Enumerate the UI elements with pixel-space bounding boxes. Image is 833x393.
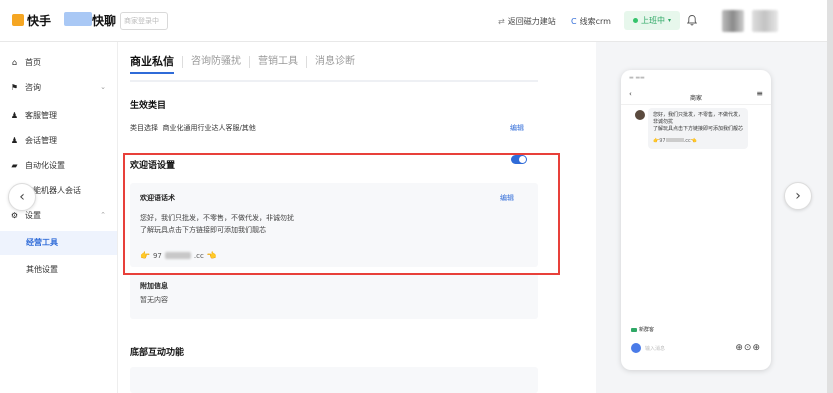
chevron-right-icon: › — [795, 188, 801, 204]
crm-icon: C — [571, 17, 577, 26]
redacted-text — [665, 138, 684, 142]
merchant-avatar — [635, 110, 645, 120]
home-icon: ⌂ — [11, 57, 18, 67]
bell-icon[interactable] — [686, 14, 698, 26]
app-name-secondary: 快聊 — [92, 14, 117, 28]
back-arrow-icon: ‹ — [629, 90, 632, 98]
effective-category-title: 生效类目 — [130, 101, 167, 111]
category-label: 类目选择 商业化通用行业达人客服/其他 — [130, 124, 256, 132]
user-name[interactable] — [752, 10, 778, 32]
swap-icon: ⇄ — [498, 17, 505, 26]
chevron-down-icon: ▾ — [667, 17, 671, 24]
user-icon: ♟ — [10, 110, 19, 120]
emoji-plus-icons: ⊕⊙⊕ — [735, 343, 761, 353]
sidebar-item-session-manage[interactable]: ♟ 会话管理 — [10, 132, 110, 148]
tab-marketing-tools[interactable]: 营销工具 — [250, 56, 307, 68]
category-edit-link[interactable]: 编辑 — [510, 123, 524, 133]
flag-icon: ⚑ — [10, 82, 19, 92]
chevron-down-icon: ⌄ — [100, 83, 106, 91]
menu-icon: ≡ — [756, 89, 763, 98]
collapse-left-button[interactable]: ‹ — [8, 183, 36, 211]
phone-input-bar: 输入消息 ⊕⊙⊕ — [631, 340, 761, 356]
tag-icon — [631, 327, 637, 332]
extra-info-value: 暂无内容 — [140, 296, 168, 304]
pointing-hand-icon: 👈 — [690, 138, 697, 144]
bubble-link: 👉97 .cc👈 — [653, 138, 697, 144]
extra-info-card: 附加信息 暂无内容 — [130, 273, 538, 319]
chevron-up-icon: ⌃ — [100, 211, 106, 219]
follow-tag: 新群客 — [631, 326, 654, 333]
chevron-left-icon: ‹ — [19, 189, 25, 205]
category-value: 商业化通用行业达人客服/其他 — [162, 124, 256, 132]
sidebar-subitem-business-tools[interactable]: 经营工具 — [26, 237, 58, 248]
phone-status-bar: ▬ ▬▬ — [629, 75, 645, 81]
sidebar-item-home[interactable]: ⌂ 首页 — [10, 54, 110, 70]
phone-preview: ▬ ▬▬ 商家 ‹ ≡ 您好，我们只批发，不零售，不做代发，非诚勿扰 了解玩具点… — [621, 70, 771, 370]
next-button[interactable]: › — [784, 182, 812, 210]
bottom-interaction-title: 底部互动功能 — [130, 348, 185, 358]
back-to-builder-link[interactable]: ⇄ 返回磁力建站 — [498, 16, 556, 27]
avatar[interactable] — [722, 10, 744, 32]
tab-bar: 商业私信 咨询防骚扰 营销工具 消息诊断 — [130, 56, 363, 68]
bottom-interaction-card — [130, 367, 538, 393]
app-name: 快手 — [27, 14, 52, 28]
window-edge — [827, 0, 833, 393]
tab-business-message[interactable]: 商业私信 — [130, 56, 183, 68]
tab-anti-harassment[interactable]: 咨询防骚扰 — [183, 56, 250, 68]
extra-info-title: 附加信息 — [140, 282, 168, 290]
sidebar-item-consult[interactable]: ⚑ 咨询 ⌄ — [10, 79, 110, 95]
active-tab-indicator — [130, 72, 174, 74]
tab-message-diagnosis[interactable]: 消息诊断 — [307, 56, 363, 68]
sidebar-item-automation[interactable]: ▰ 自动化设置 — [10, 157, 110, 173]
active-item-highlight — [0, 231, 117, 255]
account-tag: 商家登录中 — [120, 12, 168, 30]
top-bar: 快手 快聊 商家登录中 ⇄ 返回磁力建站 C 线索crm 上班中 ▾ — [0, 0, 833, 42]
work-status-dropdown[interactable]: 上班中 ▾ — [624, 11, 680, 30]
welcome-bubble: 您好，我们只批发，不零售，不做代发，非诚勿扰 了解玩具点击下方链接即可添加我们靓… — [648, 108, 748, 149]
message-input: 输入消息 — [645, 345, 666, 352]
sidebar-item-cs-manage[interactable]: ♟ 客服管理 — [10, 107, 110, 123]
highlight-box — [123, 153, 560, 275]
chat-icon: ♟ — [10, 135, 19, 145]
online-dot-icon — [632, 18, 638, 23]
phone-header: 商家 — [621, 90, 771, 105]
app-logo-icon — [64, 12, 92, 26]
camera-icon — [631, 343, 641, 353]
crm-link[interactable]: C 线索crm — [571, 16, 611, 27]
kuaishou-logo-icon — [12, 14, 24, 26]
sidebar: ⌂ 首页 ⚑ 咨询 ⌄ ♟ 客服管理 ♟ 会话管理 ▰ 自动化设置 ◉ 智能机器… — [0, 42, 118, 393]
sidebar-subitem-other-settings[interactable]: 其他设置 — [26, 264, 58, 275]
gear-icon: ⚙ — [10, 210, 19, 220]
divider — [130, 80, 538, 82]
auto-icon: ▰ — [11, 160, 18, 170]
